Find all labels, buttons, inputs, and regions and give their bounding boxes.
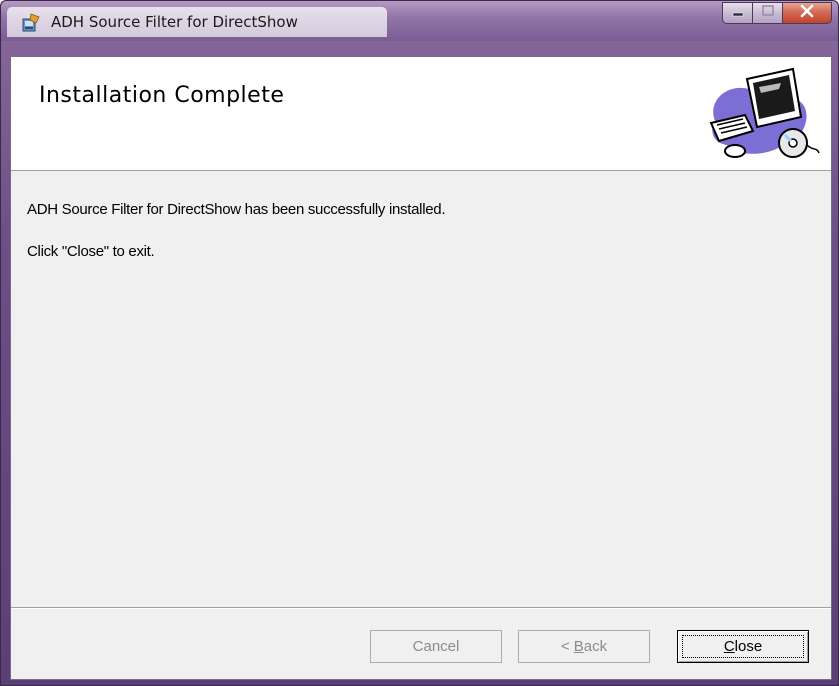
header-banner: Installation Complete [11, 57, 831, 171]
back-button[interactable]: < Back [518, 630, 650, 663]
exit-instruction: Click "Close" to exit. [27, 243, 155, 260]
cancel-button[interactable]: Cancel [370, 630, 502, 663]
caption-buttons [722, 2, 832, 24]
close-window-button[interactable] [782, 2, 832, 24]
dialog-client-area: Installation Complete ADH Source Filter … [10, 56, 832, 680]
maximize-icon [761, 4, 775, 22]
close-button[interactable]: Close [677, 630, 809, 663]
maximize-button[interactable] [752, 2, 782, 24]
window-title: ADH Source Filter for DirectShow [51, 13, 298, 31]
focus-ring [682, 635, 804, 658]
title-bar[interactable]: ADH Source Filter for DirectShow [1, 1, 838, 41]
footer-divider [11, 607, 831, 609]
cancel-button-label: Cancel [412, 638, 460, 655]
computer-with-cd-icon [701, 61, 823, 163]
close-icon [799, 4, 815, 23]
back-button-label: < Back [560, 638, 608, 655]
minimize-button[interactable] [722, 2, 752, 24]
minimize-icon [731, 4, 745, 22]
page-title: Installation Complete [39, 83, 285, 108]
installer-window: ADH Source Filter for DirectShow Install… [0, 0, 839, 686]
installer-icon [21, 13, 41, 33]
success-message: ADH Source Filter for DirectShow has bee… [27, 201, 446, 218]
